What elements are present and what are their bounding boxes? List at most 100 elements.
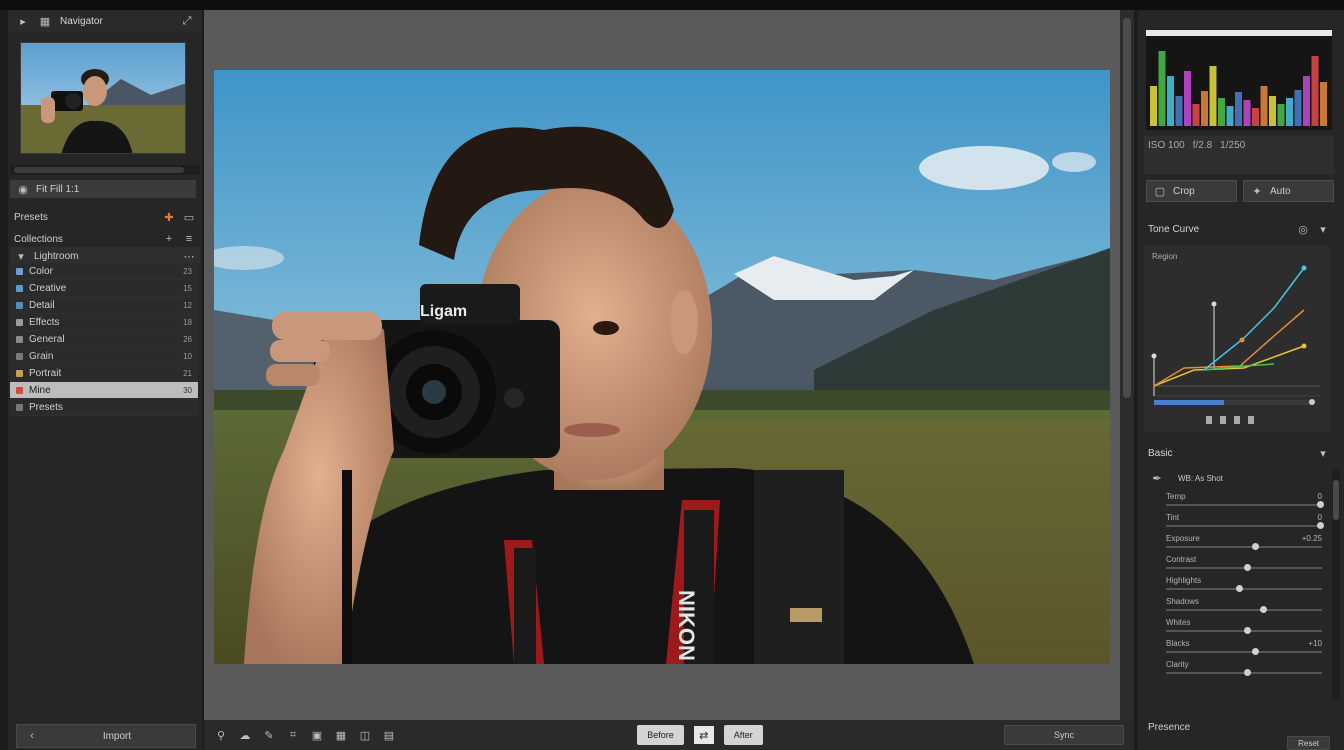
navigator-scrollbar[interactable] — [10, 165, 200, 175]
slider-shadows[interactable]: Shadows — [1144, 593, 1330, 614]
crop-icon[interactable]: ⌗ — [286, 728, 300, 742]
swap-icon[interactable]: ⇄ — [693, 726, 714, 744]
collapse-icon[interactable]: ▾ — [1316, 446, 1330, 460]
slider-temp[interactable]: Temp 0 — [1144, 488, 1330, 509]
slider-track[interactable] — [1166, 668, 1322, 676]
layout-icon[interactable]: ▤ — [382, 728, 396, 742]
slider-knob[interactable] — [1236, 584, 1244, 592]
navigator-thumbnail[interactable] — [20, 42, 186, 154]
item-count: 30 — [183, 385, 192, 395]
grid-icon[interactable]: ▦ — [334, 728, 348, 742]
reset-button[interactable]: Reset — [1287, 736, 1330, 750]
main-photo[interactable]: NIKON Ligam — [214, 70, 1110, 664]
pin-icon[interactable]: ⚲ — [214, 728, 228, 742]
slider-track[interactable] — [1166, 500, 1325, 508]
slider-track[interactable] — [1166, 563, 1322, 571]
list-item[interactable]: Presets — [10, 399, 198, 416]
histogram-bar — [1192, 104, 1200, 126]
basic-title: Basic — [1148, 447, 1173, 459]
slider-label-row: Whites — [1166, 618, 1322, 627]
slider-knob[interactable] — [1244, 626, 1251, 634]
item-label: Grain — [29, 350, 54, 362]
slider-contrast[interactable]: Contrast — [1144, 551, 1330, 572]
slider-track[interactable] — [1166, 647, 1322, 655]
slider-track[interactable] — [1166, 521, 1325, 529]
slider-tint[interactable]: Tint 0 — [1144, 509, 1330, 530]
navigator-header[interactable]: ▸ ▦ Navigator ⤢ — [8, 10, 202, 32]
add-icon[interactable]: ✚ — [162, 210, 176, 224]
brush-icon[interactable]: ✎ — [262, 728, 276, 742]
canvas-scrollbar[interactable] — [1120, 10, 1134, 720]
wand-icon: ✦ — [1252, 185, 1262, 198]
list-item[interactable]: Color 23 — [10, 263, 198, 280]
histogram[interactable] — [1146, 30, 1332, 130]
list-item-selected[interactable]: Mine 30 — [10, 382, 198, 399]
tone-curve-graph[interactable]: Region — [1144, 246, 1330, 432]
compare-icon[interactable]: ◫ — [358, 728, 372, 742]
list-item[interactable]: Creative 15 — [10, 280, 198, 297]
color-swatch — [16, 335, 23, 343]
slider-exposure[interactable]: Exposure +0.25 — [1144, 530, 1330, 551]
slider-knob[interactable] — [1317, 500, 1325, 508]
collapse-icon[interactable]: ▾ — [1316, 222, 1330, 236]
crop-button[interactable]: ▢ Crop — [1146, 180, 1237, 202]
iso-value: ISO 100 — [1148, 140, 1185, 151]
slider-label-row: Clarity — [1166, 660, 1322, 669]
presets-header[interactable]: Presets ✚ ▭ — [10, 208, 200, 226]
slider-clarity[interactable]: Clarity — [1144, 656, 1330, 677]
list-item[interactable]: Detail 12 — [10, 297, 198, 314]
collections-title: Collections — [14, 233, 63, 245]
item-label: General — [29, 333, 65, 345]
after-button[interactable]: After — [723, 725, 763, 745]
slider-highlights[interactable]: Highlights — [1144, 572, 1330, 593]
frame-icon[interactable]: ▣ — [310, 728, 324, 742]
expand-icon[interactable]: ⤢ — [180, 14, 194, 28]
slider-value: 0 — [1317, 512, 1322, 522]
zoom-row[interactable]: ◉ Fit Fill 1:1 — [10, 180, 196, 198]
slider-label: Highlights — [1166, 575, 1202, 585]
slider-track[interactable] — [1166, 542, 1322, 550]
sort-icon[interactable]: ≡ — [182, 232, 196, 246]
before-button[interactable]: Before — [637, 725, 684, 745]
presets-title: Presets — [14, 211, 48, 223]
list-item[interactable]: Portrait 21 — [10, 365, 198, 382]
slider-knob[interactable] — [1317, 521, 1325, 529]
target-icon[interactable]: ◎ — [1296, 222, 1310, 236]
plus-icon[interactable]: + — [162, 232, 176, 246]
chevron-left-icon: ‹ — [30, 730, 34, 742]
minus-icon[interactable]: ▭ — [182, 210, 196, 224]
tone-curve-header[interactable]: Tone Curve ◎ ▾ — [1144, 220, 1334, 238]
presence-footer[interactable]: Presence Reset — [1144, 718, 1334, 750]
slider-knob[interactable] — [1244, 668, 1251, 676]
slider-whites[interactable]: Whites — [1144, 614, 1330, 635]
slider-label-row: Contrast — [1166, 555, 1322, 564]
sync-button[interactable]: Sync — [1004, 725, 1125, 745]
slider-knob[interactable] — [1244, 563, 1251, 571]
wb-label: WB: As Shot — [1178, 473, 1223, 483]
cloud-icon[interactable]: ☁ — [238, 728, 252, 742]
histogram-bar — [1209, 66, 1217, 126]
slider-knob[interactable] — [1251, 542, 1259, 550]
slider-blacks[interactable]: Blacks +10 — [1144, 635, 1330, 656]
auto-button[interactable]: ✦ Auto — [1243, 180, 1334, 202]
zoom-label: Fit Fill 1:1 — [36, 183, 80, 195]
basic-header[interactable]: Basic ▾ — [1144, 444, 1334, 462]
panel-scrollbar[interactable] — [1332, 470, 1340, 700]
import-button[interactable]: ‹ Import — [16, 724, 196, 748]
slider-knob[interactable] — [1251, 647, 1259, 655]
wb-row[interactable]: ✒ WB: As Shot — [1144, 468, 1330, 488]
histogram-bar — [1201, 91, 1208, 126]
list-item[interactable]: Effects 18 — [10, 314, 198, 331]
dots-icon[interactable]: ⋯ — [182, 249, 196, 263]
list-item[interactable]: General 26 — [10, 331, 198, 348]
collections-header[interactable]: Collections + ≡ — [10, 230, 200, 248]
histogram-bar — [1294, 90, 1302, 126]
slider-track[interactable] — [1166, 626, 1322, 634]
slider-knob[interactable] — [1259, 605, 1267, 613]
import-label: Import — [102, 730, 132, 742]
list-item[interactable]: Grain 10 — [10, 348, 198, 365]
slider-track[interactable] — [1166, 605, 1322, 613]
color-swatch — [16, 386, 23, 394]
grid-icon: ▦ — [39, 15, 51, 28]
slider-track[interactable] — [1166, 584, 1322, 592]
